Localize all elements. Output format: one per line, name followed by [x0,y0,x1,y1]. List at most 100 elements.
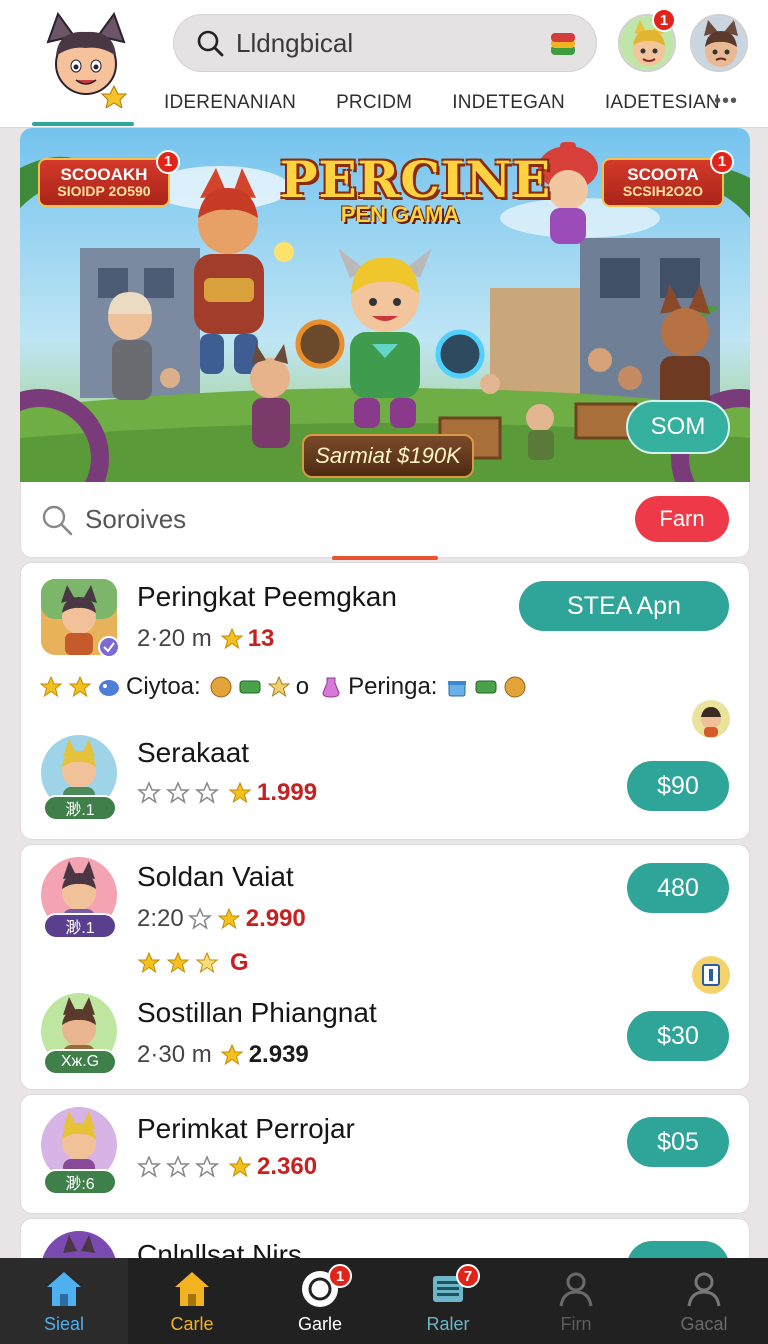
star-icon [68,675,92,698]
prize-plate: Sarmiat $190K [302,434,474,478]
empty-star-icon [195,1155,219,1178]
star-icon [228,1155,252,1178]
nav-label-5: Firn [560,1313,592,1334]
search-placeholder: Soroives [85,504,187,534]
item-score: 2.360 [257,1153,318,1180]
event-tag-right-sub: SCSIH2O2O [622,182,704,199]
rank-badge: 渺.1 [43,795,117,821]
item-meta: 2·30 m 2.939 [137,1041,309,1069]
nav-item-4[interactable]: Raler 7 [384,1258,512,1344]
tab-4[interactable]: IADETESIAN [605,92,720,114]
item-attributes: Ciytoa: o Peringa: [39,673,532,701]
info-card-icon[interactable] [691,955,731,995]
game-thumbnail-icon[interactable] [39,577,119,657]
item-score: 2.990 [245,905,306,932]
filter-button[interactable]: Farn [635,496,729,542]
item-title[interactable]: Peringkat Peemgkan [137,581,397,613]
star-icon [220,627,244,650]
ranking-card-1: Peringkat Peemgkan 2·20 m 13 STEA Apn Ci… [20,562,750,840]
event-tag-left-title: SCOOAKH [60,165,148,184]
bonus-star-icon [267,675,291,698]
promo-banner[interactable]: SCOOAKH SIOIDP 2O590 1 SCOOTA SCSIH2O2O … [20,128,750,482]
item-price-button[interactable]: $05 [627,1117,729,1167]
item-action-button[interactable]: STEA Apn [519,581,729,631]
event-tag-right-title: SCOOTA [627,165,699,184]
tab-2[interactable]: PRCIDM [336,92,412,114]
more-tabs-button[interactable]: ••• [714,90,738,113]
cash-icon [475,680,497,694]
item-rating: 1.999 [137,779,317,807]
nav-item-2[interactable]: Carle [128,1258,256,1344]
rank-badge: 渺.1 [43,913,117,939]
item-rating: 2.360 [137,1153,317,1181]
profile-avatar[interactable] [38,12,134,108]
item-price-button[interactable]: 480 [627,863,729,913]
friend-avatar-1[interactable]: 1 [618,8,676,72]
event-tag-right-badge: 1 [710,150,734,174]
nav-label-2: Carle [170,1313,214,1334]
star-icon [137,951,161,974]
event-tag-left-sub: SIOIDP 2O590 [57,182,151,199]
star-icon [39,675,63,698]
banner-cta-button[interactable]: SOM [626,400,730,454]
item-rating: G [137,949,249,977]
banner-subtitle: PEN GAMA [340,202,460,227]
item-title[interactable]: Soldan Vaiat [137,861,294,893]
mini-avatar-icon[interactable] [691,699,731,739]
event-tag-left[interactable]: SCOOAKH SIOIDP 2O590 1 [38,150,180,207]
item-score: 1.999 [257,779,318,806]
item-time: 2·30 m [137,1041,212,1068]
item-score: 2.939 [248,1041,309,1068]
nav-label-6: Gacal [680,1313,728,1334]
item-meta: 2:20 2.990 [137,905,306,933]
empty-star-icon [137,781,161,804]
empty-star-icon [166,781,190,804]
ranking-card-3: 渺:6 Perimkat Perrojar 2.360 $05 [20,1094,750,1214]
banner-title: PERCINE [280,150,552,209]
dragon-icon [99,680,119,696]
nav-item-6[interactable]: Gacal [640,1258,768,1344]
search-input[interactable]: Lldngbical [173,14,597,72]
person-icon [687,1272,721,1306]
star-icon [217,907,241,930]
item-title[interactable]: Sostillan Phiangnat [137,997,377,1029]
top-header: Lldngbical 1 IDERENANIAN PRCIDM INDETEGA… [0,0,768,128]
event-tag-right[interactable]: SCOOTA SCSIH2O2O 1 [602,150,734,207]
home-icon [47,1271,81,1306]
cash-icon [239,680,261,694]
nav-label-3: Garle [297,1313,342,1334]
rank-badge: Хж.G [43,1049,117,1075]
nav-label-1: Sieal [43,1313,85,1334]
item-title[interactable]: Perimkat Perrojar [137,1113,355,1145]
empty-star-icon [166,1155,190,1178]
star-icon [228,781,252,804]
tab-1[interactable]: IDERENANIAN [164,92,296,114]
ranking-card-2: 渺.1 Soldan Vaiat 2:20 2.990 G 480 Хж.G S… [20,844,750,1090]
secondary-search-bar[interactable]: Soroives Farn [20,482,750,558]
search-icon [197,30,224,57]
empty-star-icon [195,781,219,804]
coin-icon [210,676,232,698]
wolf-portrait-icon [692,16,746,70]
star-icon [166,951,190,974]
search-icon [42,505,73,535]
nav-item-3[interactable]: Garle 1 [256,1258,384,1344]
tab-3[interactable]: INDETEGAN [452,92,565,114]
attribute-label-2: o [295,673,310,700]
person-icon [559,1272,593,1306]
item-title[interactable]: Serakaat [137,737,249,769]
section-indicator [332,556,438,560]
item-time: 2:20 [137,905,184,932]
bottom-navigation: Sieal Carle Garle 1 Raler 7 Firn Gacal [0,1258,768,1344]
attribute-label-3: Peringa: [348,673,438,700]
notification-badge: 1 [652,8,676,32]
friend-avatar-2[interactable] [690,14,748,72]
potion-icon [322,677,340,698]
nav-item-5[interactable]: Firn [512,1258,640,1344]
gem-stack-icon[interactable] [548,29,578,59]
nav-item-1[interactable]: Sieal [0,1258,128,1344]
item-price-button[interactable]: $90 [627,761,729,811]
item-price-button[interactable]: $30 [627,1011,729,1061]
search-text: Lldngbical [236,27,354,58]
rank-badge: 渺:6 [43,1169,117,1195]
